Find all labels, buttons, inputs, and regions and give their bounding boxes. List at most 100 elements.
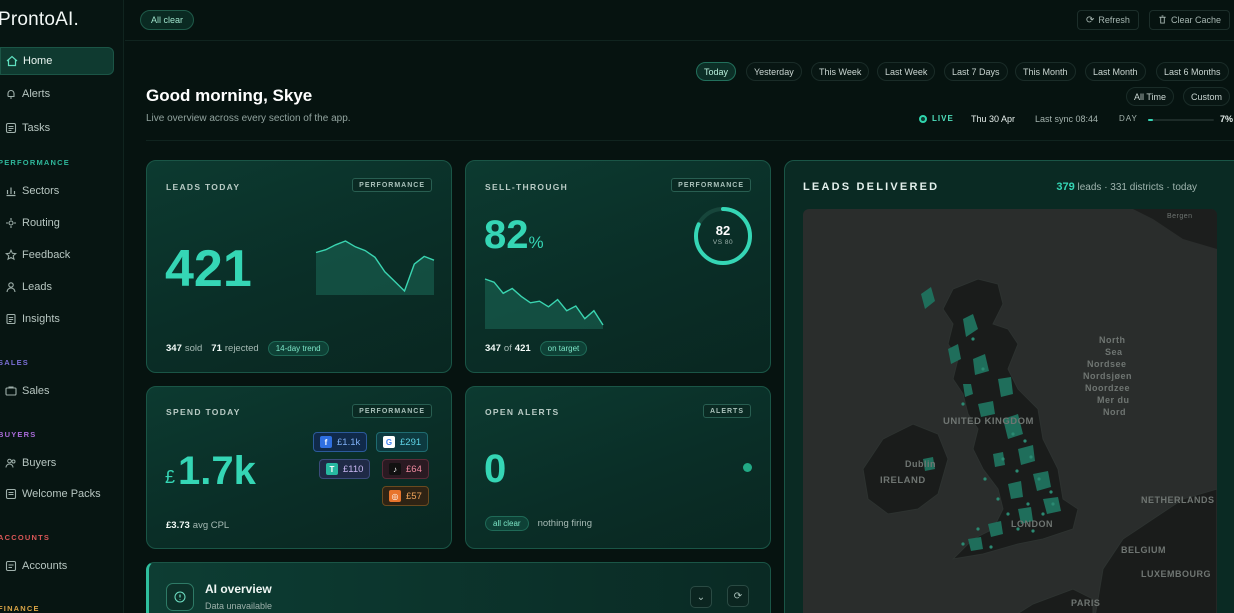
sidebar-item-label: Accounts bbox=[22, 560, 68, 572]
day-label: DAY bbox=[1119, 114, 1138, 123]
leads-map[interactable]: Bergen North Sea Nordsee Nordsjøen Noord… bbox=[803, 209, 1217, 613]
day-progress-bar bbox=[1148, 119, 1214, 121]
range-last-month[interactable]: Last Month bbox=[1085, 62, 1146, 81]
sold-label: sold bbox=[184, 343, 203, 354]
source-google[interactable]: G £291 bbox=[376, 432, 429, 452]
sidebar-item-label: Sectors bbox=[22, 185, 60, 197]
sidebar-item-alerts[interactable]: Alerts bbox=[0, 80, 114, 108]
day-progress-value: 7% bbox=[1220, 114, 1234, 124]
live-label: LIVE bbox=[932, 114, 954, 123]
sectors-icon bbox=[4, 184, 18, 198]
map-label-sea-1: North bbox=[1099, 335, 1126, 345]
sidebar-item-sales[interactable]: Sales bbox=[0, 377, 114, 405]
map-label-sea-2: Sea bbox=[1105, 347, 1123, 357]
sidebar-item-accounts[interactable]: Accounts bbox=[0, 552, 114, 580]
status-pill[interactable]: All clear bbox=[140, 10, 195, 30]
card-title: LEADS TODAY bbox=[166, 182, 241, 192]
range-all-time[interactable]: All Time bbox=[1126, 87, 1175, 106]
top-bar: All clear ⟳ Refresh Clear Cache bbox=[125, 0, 1234, 41]
sidebar-item-sectors[interactable]: Sectors bbox=[0, 177, 114, 205]
bell-icon bbox=[4, 87, 18, 101]
trash-icon bbox=[1158, 14, 1167, 26]
page-subtitle: Live overview across every section of th… bbox=[146, 113, 351, 124]
sidebar-item-label: Home bbox=[23, 55, 53, 67]
sidebar-item-label: Tasks bbox=[22, 122, 51, 134]
card-tag: ALERTS bbox=[703, 404, 751, 418]
range-today[interactable]: Today bbox=[696, 62, 737, 81]
leads-today-value: 421 bbox=[165, 240, 252, 298]
sidebar-item-welcome-packs[interactable]: Welcome Packs bbox=[0, 480, 114, 508]
tiktok-icon: ♪ bbox=[389, 463, 401, 475]
source-other[interactable]: ◎ £57 bbox=[382, 486, 429, 506]
sell-through-ring: 82 VS 80 bbox=[692, 205, 754, 267]
avg-cpl-label: avg CPL bbox=[192, 520, 230, 531]
brand-logo[interactable]: ProntoAI. bbox=[0, 9, 79, 31]
sidebar-item-routing[interactable]: Routing bbox=[0, 209, 114, 237]
source-tutor[interactable]: T £110 bbox=[319, 459, 371, 479]
refresh-icon: ⟳ bbox=[1086, 14, 1095, 26]
sold-count: 347 bbox=[485, 343, 501, 354]
refresh-label: Refresh bbox=[1098, 15, 1130, 25]
leads-delivered-card[interactable]: LEADS DELIVERED 379 leads · 331 district… bbox=[784, 160, 1234, 613]
source-facebook[interactable]: f £1.1k bbox=[313, 432, 368, 452]
source-tiktok[interactable]: ♪ £64 bbox=[382, 459, 429, 479]
open-alerts-card[interactable]: OPEN ALERTS ALERTS 0 all clear nothing f… bbox=[465, 386, 771, 549]
sidebar-item-label: Sales bbox=[22, 385, 50, 397]
map-label-sea-7: Nord bbox=[1103, 407, 1126, 417]
range-last-7-days[interactable]: Last 7 Days bbox=[944, 62, 1008, 81]
sidebar-item-label: Routing bbox=[22, 217, 60, 229]
card-title: SPEND TODAY bbox=[166, 407, 241, 417]
card-tag: PERFORMANCE bbox=[352, 178, 432, 192]
districts-label: · 331 districts · today bbox=[1104, 182, 1197, 193]
range-yesterday[interactable]: Yesterday bbox=[746, 62, 802, 81]
leads-today-card[interactable]: LEADS TODAY PERFORMANCE 421 347 sold 71 … bbox=[146, 160, 452, 373]
sidebar-item-label: Alerts bbox=[22, 88, 51, 100]
expand-button[interactable]: ⌄ bbox=[690, 586, 712, 608]
alerts-footer: all clear nothing firing bbox=[485, 516, 592, 531]
section-performance-label: PERFORMANCE bbox=[0, 158, 70, 167]
pack-icon bbox=[4, 487, 18, 501]
clear-cache-label: Clear Cache bbox=[1171, 15, 1222, 25]
all-clear-badge[interactable]: all clear bbox=[485, 516, 529, 531]
ring-sub: VS 80 bbox=[712, 239, 734, 246]
ai-title: AI overview bbox=[205, 582, 272, 596]
range-this-week[interactable]: This Week bbox=[811, 62, 870, 81]
delivered-count: 379 bbox=[1056, 181, 1075, 193]
target-badge[interactable]: on target bbox=[539, 341, 588, 356]
sidebar-item-home[interactable]: Home bbox=[0, 47, 114, 75]
home-icon bbox=[5, 54, 19, 68]
sidebar-item-label: Welcome Packs bbox=[22, 488, 101, 500]
card-title: SELL-THROUGH bbox=[485, 182, 569, 192]
map-label-uk: UNITED KINGDOM bbox=[943, 416, 1034, 427]
sidebar-item-buyers[interactable]: Buyers bbox=[0, 449, 114, 477]
map-label-belgium: BELGIUM bbox=[1121, 545, 1166, 555]
sidebar-item-feedback[interactable]: Feedback bbox=[0, 241, 114, 269]
section-accounts: ACCOUNTS bbox=[0, 533, 50, 542]
refresh-button[interactable]: ⟳ Refresh bbox=[1077, 10, 1139, 30]
sidebar-item-leads[interactable]: Leads bbox=[0, 273, 114, 301]
sidebar-item-insights[interactable]: Insights bbox=[0, 305, 114, 333]
last-sync: Last sync 08:44 bbox=[1035, 114, 1099, 124]
map-label-dublin: Dublin bbox=[905, 459, 936, 469]
rejected-count: 71 bbox=[211, 343, 222, 354]
card-tag: PERFORMANCE bbox=[352, 404, 432, 418]
sell-through-card[interactable]: SELL-THROUGH PERFORMANCE 82% 82 VS 80 34… bbox=[465, 160, 771, 373]
map-label-sea-4: Nordsjøen bbox=[1083, 371, 1133, 381]
status-dot-icon bbox=[743, 463, 752, 472]
refresh-ai-button[interactable]: ⟳ bbox=[727, 585, 749, 607]
clear-cache-button[interactable]: Clear Cache bbox=[1149, 10, 1231, 30]
range-this-month[interactable]: This Month bbox=[1015, 62, 1076, 81]
user-icon bbox=[4, 280, 18, 294]
avg-cpl-value: £3.73 bbox=[166, 520, 190, 531]
section-performance: PERFORMANCE bbox=[0, 158, 70, 167]
range-last-6-months[interactable]: Last 6 Months bbox=[1156, 62, 1229, 81]
sidebar-item-tasks[interactable]: Tasks bbox=[0, 114, 114, 142]
trend-badge[interactable]: 14-day trend bbox=[267, 341, 329, 356]
range-last-week[interactable]: Last Week bbox=[877, 62, 936, 81]
map-label-sea-6: Mer du bbox=[1097, 395, 1130, 405]
ai-overview-card[interactable]: AI overview Data unavailable ⌄ ⟳ bbox=[146, 562, 771, 613]
range-custom[interactable]: Custom bbox=[1183, 87, 1231, 106]
section-buyers-label: BUYERS bbox=[0, 430, 37, 439]
sell-through-sparkline bbox=[484, 278, 604, 329]
spend-today-card[interactable]: SPEND TODAY PERFORMANCE £ 1.7k f £1.1k G… bbox=[146, 386, 452, 549]
